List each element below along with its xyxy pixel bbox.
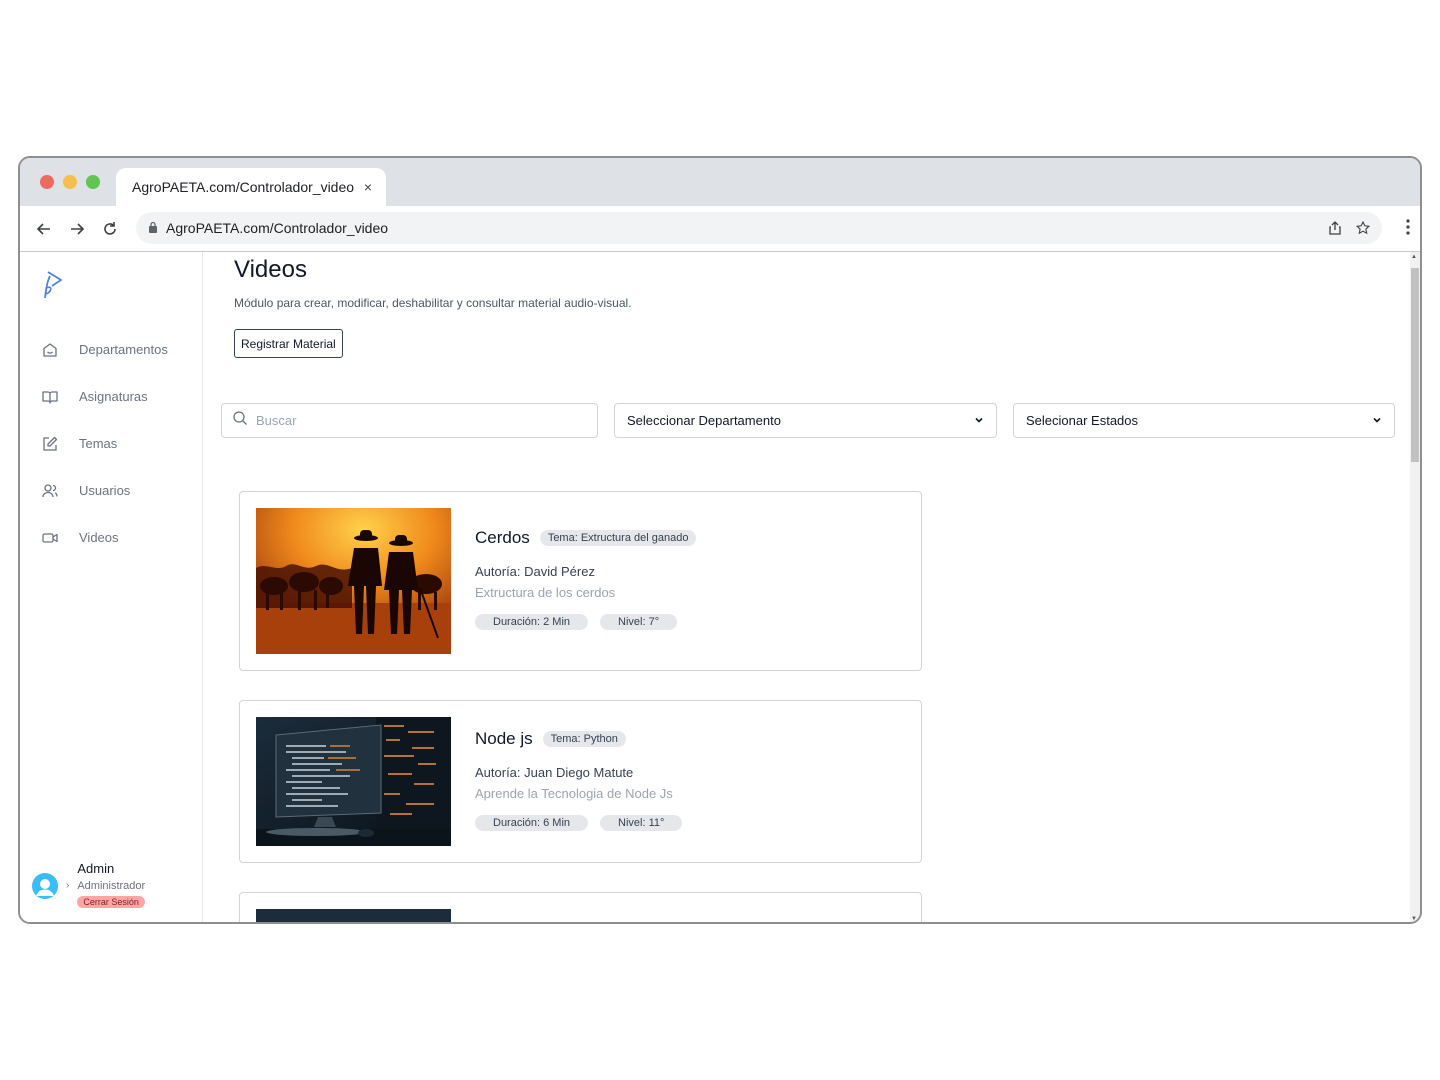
scroll-up-arrow-icon[interactable]: ▲: [1411, 254, 1417, 260]
chevron-down-icon: [974, 413, 984, 428]
url-text: AgroPAETA.com/Controlador_video: [166, 220, 389, 236]
user-role: Administrador: [77, 880, 146, 892]
chevron-right-icon[interactable]: ›: [66, 880, 69, 891]
sidebar-item-label: Usuarios: [79, 483, 131, 498]
sidebar-item-label: Videos: [79, 530, 119, 545]
search-input[interactable]: [256, 413, 556, 428]
back-arrow-icon[interactable]: [28, 213, 60, 245]
video-info: Node js Tema: Python Autoría: Juan Diego…: [475, 729, 683, 831]
level-badge: Nivel: 11°: [600, 815, 683, 831]
video-author: Autoría: David Pérez: [475, 564, 595, 579]
browser-toolbar: AgroPAETA.com/Controlador_video: [20, 206, 1420, 252]
sidebar: Departamentos Asignaturas Temas Usuarios…: [20, 252, 203, 922]
sidebar-item-asignaturas[interactable]: Asignaturas: [20, 373, 202, 420]
register-material-button[interactable]: Registrar Material: [234, 329, 343, 358]
maximize-window-button[interactable]: [86, 175, 100, 189]
browser-menu-icon[interactable]: [1406, 219, 1410, 235]
address-bar[interactable]: AgroPAETA.com/Controlador_video: [136, 212, 1382, 244]
sidebar-item-label: Temas: [79, 436, 118, 451]
video-info: Cerdos Tema: Extructura del ganado Autor…: [475, 528, 697, 630]
sidebar-item-videos[interactable]: Videos: [20, 514, 202, 561]
department-select[interactable]: Seleccionar Departamento: [614, 403, 997, 438]
video-thumbnail-farmers[interactable]: [256, 508, 451, 654]
reload-icon[interactable]: [94, 213, 126, 245]
status-select[interactable]: Selecionar Estados: [1013, 403, 1395, 438]
video-author: Autoría: Juan Diego Matute: [475, 765, 634, 780]
close-window-button[interactable]: [40, 175, 54, 189]
video-description: Extructura de los cerdos: [475, 585, 616, 600]
video-card[interactable]: [239, 892, 922, 922]
app-content: Departamentos Asignaturas Temas Usuarios…: [20, 252, 1420, 922]
users-icon: [41, 482, 59, 500]
topic-badge: Tema: Python: [542, 731, 626, 747]
level-badge: Nivel: 7°: [600, 614, 678, 630]
scroll-down-arrow-icon[interactable]: ▼: [1411, 916, 1417, 922]
video-icon: [41, 529, 59, 547]
main-panel: Videos Módulo para crear, modificar, des…: [204, 252, 1414, 922]
book-icon: [41, 388, 59, 406]
page-title: Videos: [234, 256, 307, 283]
video-description: Aprende la Tecnologia de Node Js: [475, 786, 673, 801]
logout-button[interactable]: Cerrar Sesión: [77, 896, 145, 908]
avatar[interactable]: [32, 872, 58, 899]
video-card[interactable]: Node js Tema: Python Autoría: Juan Diego…: [239, 700, 922, 863]
share-icon[interactable]: [1328, 221, 1342, 235]
search-box[interactable]: [221, 403, 598, 438]
user-profile: › Admin Administrador Cerrar Sesión: [32, 861, 145, 910]
tab-close-icon[interactable]: ×: [364, 179, 372, 195]
browser-tab[interactable]: AgroPAETA.com/Controlador_video ×: [116, 168, 386, 206]
chevron-down-icon: [1372, 413, 1382, 428]
video-card[interactable]: Cerdos Tema: Extructura del ganado Autor…: [239, 491, 922, 671]
tab-bar: AgroPAETA.com/Controlador_video ×: [20, 158, 1420, 206]
home-icon: [41, 341, 59, 359]
sidebar-item-departamentos[interactable]: Departamentos: [20, 326, 202, 373]
video-title: Cerdos: [475, 528, 530, 547]
sidebar-item-label: Departamentos: [79, 342, 168, 357]
page-subtitle: Módulo para crear, modificar, deshabilit…: [234, 296, 632, 310]
search-icon: [232, 410, 248, 431]
department-select-value: Seleccionar Departamento: [627, 413, 781, 428]
lock-icon: [148, 220, 158, 236]
scrollbar-thumb[interactable]: [1411, 268, 1419, 462]
topic-badge: Tema: Extructura del ganado: [539, 530, 697, 546]
forward-arrow-icon[interactable]: [61, 213, 93, 245]
duration-badge: Duración: 6 Min: [475, 815, 589, 831]
status-select-value: Selecionar Estados: [1026, 413, 1139, 428]
video-thumbnail-code[interactable]: [256, 717, 451, 846]
user-name: Admin: [77, 861, 115, 876]
app-logo-icon[interactable]: [40, 270, 64, 305]
sidebar-item-label: Asignaturas: [79, 389, 148, 404]
tab-title: AgroPAETA.com/Controlador_video: [132, 179, 355, 195]
video-thumbnail[interactable]: [256, 909, 451, 922]
minimize-window-button[interactable]: [63, 175, 77, 189]
browser-window: AgroPAETA.com/Controlador_video × AgroPA…: [18, 156, 1422, 924]
window-controls: [40, 175, 100, 189]
duration-badge: Duración: 2 Min: [475, 614, 589, 630]
sidebar-item-temas[interactable]: Temas: [20, 420, 202, 467]
bookmark-star-icon[interactable]: [1356, 221, 1370, 235]
sidebar-item-usuarios[interactable]: Usuarios: [20, 467, 202, 514]
sidebar-nav: Departamentos Asignaturas Temas Usuarios…: [20, 326, 202, 561]
video-title: Node js: [475, 729, 533, 748]
page-scrollbar[interactable]: ▲ ▼: [1410, 252, 1420, 922]
edit-icon: [41, 435, 59, 453]
